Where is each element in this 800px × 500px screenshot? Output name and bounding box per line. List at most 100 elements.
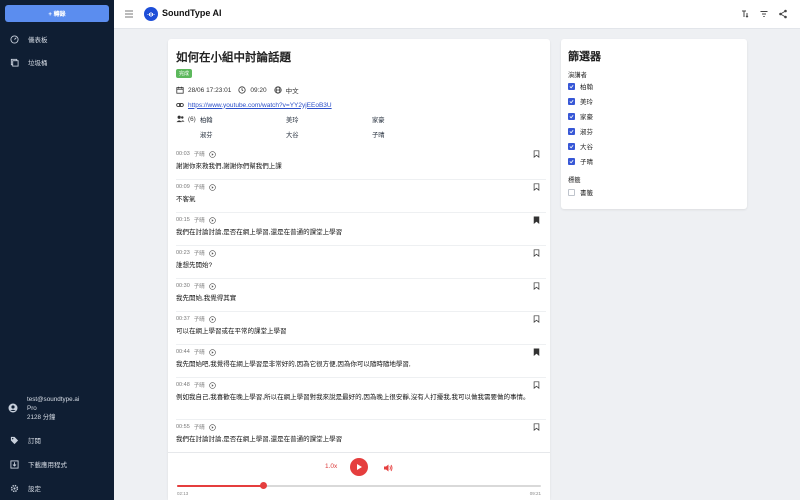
segment-time: 00:48 (176, 382, 190, 388)
download-icon (10, 459, 19, 469)
share-icon[interactable] (778, 9, 788, 19)
playback-speed-button[interactable]: 1.0x (325, 463, 337, 470)
menu-icon[interactable] (124, 9, 134, 19)
link-icon (176, 103, 184, 107)
settings-icon (10, 484, 19, 492)
speaker-name: 柏翰 (200, 117, 213, 124)
account-info[interactable]: test@soundtype.ai Pro 2128 分鐘 (0, 391, 114, 425)
progress-bar[interactable] (177, 482, 541, 489)
play-icon (357, 464, 362, 470)
bookmark-filled-icon[interactable] (533, 216, 540, 224)
speaker-name: 子晴 (372, 132, 385, 139)
speaker-filter-checkbox[interactable]: 大谷 (568, 141, 593, 151)
play-segment-icon[interactable] (209, 282, 216, 290)
checkbox-checked-icon[interactable] (568, 157, 575, 165)
play-segment-icon[interactable] (209, 348, 216, 356)
segment-text: 誰想先開始? (176, 262, 213, 269)
speaker-filter-checkbox[interactable]: 美玲 (568, 96, 593, 106)
calendar-icon (176, 86, 184, 94)
transcript-segment[interactable]: 00:09 子晴 不客氣 (176, 180, 546, 213)
speaker-filter-checkbox[interactable]: 淑芬 (568, 126, 593, 136)
transcript-segment[interactable]: 00:23 子晴 誰想先開始? (176, 246, 546, 279)
checkbox-checked-icon[interactable] (568, 82, 575, 90)
progress-handle[interactable] (260, 482, 268, 489)
new-transcription-button[interactable]: + 轉錄 (5, 5, 109, 22)
sidebar-item-settings[interactable]: 設定 (0, 479, 114, 497)
transcript-segment[interactable]: 00:15 子晴 我們在討論討論,是否在網上學習,還是在普通的課堂上學習 (176, 213, 546, 246)
speaker-name: 淑芬 (200, 132, 213, 139)
bookmark-icon[interactable] (533, 150, 540, 158)
source-link[interactable]: https://www.youtube.com/watch?v=YY2yjEEo… (188, 102, 332, 109)
segment-time: 00:37 (176, 316, 190, 322)
sidebar-item-download-app[interactable]: 下載應用程式 (0, 455, 114, 473)
play-segment-icon[interactable] (209, 216, 216, 224)
speaker-name: 家豪 (372, 117, 385, 124)
play-segment-icon[interactable] (209, 150, 216, 158)
segment-speaker: 子晴 (193, 251, 205, 257)
checkbox-label: 書籤 (580, 190, 593, 197)
total-time: 09:21 (529, 491, 541, 496)
volume-icon[interactable] (383, 463, 393, 473)
sidebar-item-label: 訂閱 (28, 438, 41, 445)
segment-speaker: 子晴 (193, 350, 205, 356)
checkbox-checked-icon[interactable] (568, 112, 575, 120)
current-time: 02:13 (177, 491, 189, 496)
filter-title: 篩選器 (568, 51, 601, 63)
bookmark-filled-icon[interactable] (533, 348, 540, 356)
checkbox-label: 淑芬 (580, 129, 593, 136)
audio-player: 1.0x 02:13 09:21 (168, 452, 550, 500)
checkbox-unchecked-icon[interactable] (568, 188, 575, 196)
speaker-name: 大谷 (286, 132, 299, 139)
segment-text: 我先開始吧,我覺得在網上學習是非常好的,因為它很方便,因為你可以隨時隨地學習, (176, 361, 411, 368)
transcript-segment[interactable]: 00:44 子晴 我先開始吧,我覺得在網上學習是非常好的,因為它很方便,因為你可以… (176, 345, 546, 378)
play-segment-icon[interactable] (209, 381, 216, 389)
filter-icon[interactable] (759, 9, 769, 19)
segment-text: 謝謝你來救我們,謝謝你們幫我們上課 (176, 163, 282, 170)
account-email: test@soundtype.ai (27, 395, 80, 403)
transcript-segment[interactable]: 00:37 子晴 可以在網上學習或在平常的課堂上學習 (176, 312, 546, 345)
transcript-segment[interactable]: 00:30 子晴 我先開始,我覺得其實 (176, 279, 546, 312)
tag-filter-checkbox[interactable]: 書籤 (568, 187, 593, 197)
transcript-list: 00:03 子晴 謝謝你來救我們,謝謝你們幫我們上課 00:09 子晴 不客氣 00… (176, 147, 546, 453)
clock-icon (238, 86, 246, 94)
play-segment-icon[interactable] (209, 249, 216, 257)
transcript-segment[interactable]: 00:55 子晴 我們在討論討論,是否在網上學習,還是在普通的課堂上學習 (176, 420, 546, 453)
speaker-filter-checkbox[interactable]: 家豪 (568, 111, 593, 121)
sidebar-item-label: 下載應用程式 (28, 462, 67, 469)
checkbox-checked-icon[interactable] (568, 127, 575, 135)
bookmark-icon[interactable] (533, 315, 540, 323)
segment-speaker: 子晴 (193, 317, 205, 323)
segment-time: 00:55 (176, 424, 190, 430)
segment-time: 00:09 (176, 184, 190, 190)
status-badge: 完成 (176, 69, 193, 78)
speaker-filter-checkbox[interactable]: 柏翰 (568, 81, 593, 91)
transcript-card: 如何在小組中討論話題 完成 28/06 17:23:01 09:20 中文 ht… (168, 39, 550, 500)
play-button[interactable] (350, 458, 368, 476)
segment-text: 例如我自己,我喜歡在晚上學習,所以在網上學習對我來說是最好的,因為晚上很安靜,沒… (176, 394, 530, 401)
document-date: 28/06 17:23:01 (188, 86, 232, 94)
checkbox-checked-icon[interactable] (568, 97, 575, 105)
dashboard-icon (10, 34, 19, 44)
segment-speaker: 子晴 (193, 425, 205, 431)
play-segment-icon[interactable] (209, 423, 216, 431)
bookmark-icon[interactable] (533, 249, 540, 257)
transcript-segment[interactable]: 00:48 子晴 例如我自己,我喜歡在晚上學習,所以在網上學習對我來說是最好的,因… (176, 378, 546, 420)
segment-speaker: 子晴 (193, 284, 205, 290)
bookmark-icon[interactable] (533, 381, 540, 389)
segment-text: 我們在討論討論,是否在網上學習,還是在普通的課堂上學習 (176, 436, 343, 443)
sidebar-item-subscription[interactable]: 訂閱 (0, 431, 114, 449)
text-format-icon[interactable] (740, 9, 750, 19)
speaker-filter-checkbox[interactable]: 子晴 (568, 156, 593, 166)
sidebar-item-trash[interactable]: 垃圾桶 (0, 53, 114, 71)
checkbox-checked-icon[interactable] (568, 142, 575, 150)
play-segment-icon[interactable] (209, 183, 216, 191)
sidebar-item-dashboard[interactable]: 儀表板 (0, 30, 114, 48)
bookmark-icon[interactable] (533, 183, 540, 191)
bookmark-icon[interactable] (533, 282, 540, 290)
bookmark-icon[interactable] (533, 423, 540, 431)
transcript-segment[interactable]: 00:03 子晴 謝謝你來救我們,謝謝你們幫我們上課 (176, 147, 546, 180)
tags-section-label: 標籤 (568, 177, 581, 184)
checkbox-label: 大谷 (580, 144, 593, 151)
filter-panel: 篩選器 演講者 柏翰 美玲 家豪 淑芬 大谷 子晴 標籤 書籤 (561, 39, 747, 209)
play-segment-icon[interactable] (209, 315, 216, 323)
